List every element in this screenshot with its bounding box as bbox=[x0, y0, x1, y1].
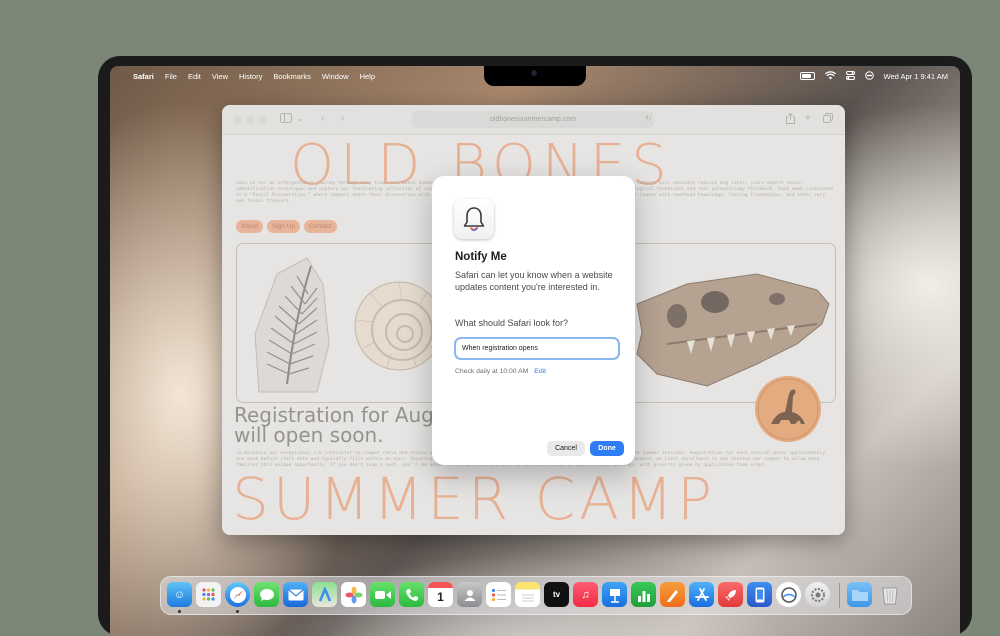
system-utility-icon[interactable] bbox=[776, 582, 801, 607]
trash-icon[interactable] bbox=[877, 582, 902, 607]
camera-lens bbox=[531, 70, 537, 76]
reminders-icon[interactable] bbox=[486, 582, 511, 607]
done-button[interactable]: Done bbox=[590, 441, 624, 456]
finder-running-indicator bbox=[178, 610, 181, 613]
apple-tv-icon[interactable]: tv bbox=[544, 582, 569, 607]
notify-me-dialog: Notify Me Safari can let you know when a… bbox=[432, 176, 635, 465]
system-settings-icon[interactable] bbox=[805, 582, 830, 607]
mail-icon[interactable] bbox=[283, 582, 308, 607]
cancel-button[interactable]: Cancel bbox=[547, 441, 585, 456]
facetime-icon[interactable] bbox=[370, 582, 395, 607]
downloads-folder-icon[interactable] bbox=[847, 582, 872, 607]
notify-criteria-input[interactable]: When registration opens bbox=[454, 337, 620, 360]
safari-running-indicator bbox=[236, 610, 239, 613]
menu-bookmarks[interactable]: Bookmarks bbox=[273, 72, 311, 81]
keynote-icon[interactable] bbox=[602, 582, 627, 607]
wifi-icon[interactable] bbox=[824, 70, 836, 82]
menu-edit[interactable]: Edit bbox=[188, 72, 201, 81]
menu-app-name[interactable]: Safari bbox=[133, 72, 154, 81]
control-center-icon[interactable] bbox=[845, 70, 855, 82]
iphone-mirroring-icon[interactable] bbox=[747, 582, 772, 607]
menu-history[interactable]: History bbox=[239, 72, 262, 81]
camera-notch bbox=[484, 66, 586, 86]
battery-icon[interactable] bbox=[799, 72, 815, 80]
dock: ☺ 1 tv ♫ bbox=[160, 576, 912, 615]
app-store-icon[interactable] bbox=[689, 582, 714, 607]
edit-schedule-link[interactable]: Edit bbox=[534, 368, 546, 375]
schedule-text: Check daily at 10:00 AM bbox=[455, 368, 529, 375]
contacts-icon[interactable] bbox=[457, 582, 482, 607]
apple-tv-label: tv bbox=[552, 590, 561, 599]
safari-icon[interactable] bbox=[225, 582, 250, 607]
dialog-title: Notify Me bbox=[455, 251, 507, 263]
calendar-day: 1 bbox=[437, 589, 444, 604]
dialog-description: Safari can let you know when a website u… bbox=[455, 270, 613, 292]
calendar-icon[interactable]: 1 bbox=[428, 582, 453, 607]
numbers-icon[interactable] bbox=[631, 582, 656, 607]
dock-separator bbox=[839, 583, 840, 608]
pages-icon[interactable] bbox=[660, 582, 685, 607]
notification-bell-icon bbox=[454, 199, 494, 239]
menu-help[interactable]: Help bbox=[360, 72, 375, 81]
launchpad-icon[interactable] bbox=[196, 582, 221, 607]
menu-view[interactable]: View bbox=[212, 72, 228, 81]
notes-icon[interactable] bbox=[515, 582, 540, 607]
maps-icon[interactable] bbox=[312, 582, 337, 607]
user-switch-icon[interactable] bbox=[864, 70, 874, 82]
messages-icon[interactable] bbox=[254, 582, 279, 607]
menu-file[interactable]: File bbox=[165, 72, 177, 81]
menu-window[interactable]: Window bbox=[322, 72, 349, 81]
menu-clock[interactable]: Wed Apr 1 9:41 AM bbox=[884, 72, 948, 81]
calendar-header-bar bbox=[428, 582, 453, 588]
music-icon[interactable]: ♫ bbox=[573, 582, 598, 607]
finder-icon[interactable]: ☺ bbox=[167, 582, 192, 607]
photos-icon[interactable] bbox=[341, 582, 366, 607]
dialog-question: What should Safari look for? bbox=[455, 318, 569, 328]
phone-icon[interactable] bbox=[399, 582, 424, 607]
rocket-app-icon[interactable] bbox=[718, 582, 743, 607]
schedule-row: Check daily at 10:00 AM Edit bbox=[455, 368, 546, 375]
